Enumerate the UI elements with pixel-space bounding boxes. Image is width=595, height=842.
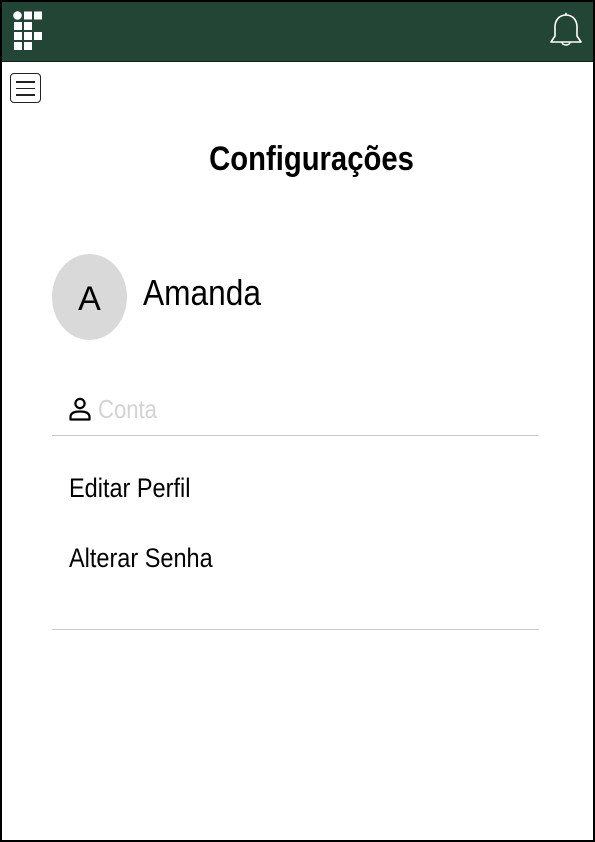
divider [52,435,539,436]
menu-line [16,94,35,96]
hamburger-menu-icon[interactable] [10,73,41,103]
ifsp-logo-icon [13,11,42,50]
user-name: Amanda [143,272,262,313]
avatar: A [52,254,127,340]
bell-icon[interactable] [548,12,584,50]
app-frame: Configurações A Amanda Conta Editar Perf… [0,0,595,842]
person-icon [69,397,91,421]
avatar-initial: A [78,279,101,318]
top-bar [2,2,593,62]
menu-line [16,81,35,83]
divider [52,629,539,630]
account-section-label: Conta [98,394,157,424]
page-title: Configurações [209,140,414,178]
edit-profile-item[interactable]: Editar Perfil [69,473,190,504]
change-password-item[interactable]: Alterar Senha [69,543,213,574]
menu-line [16,87,35,89]
